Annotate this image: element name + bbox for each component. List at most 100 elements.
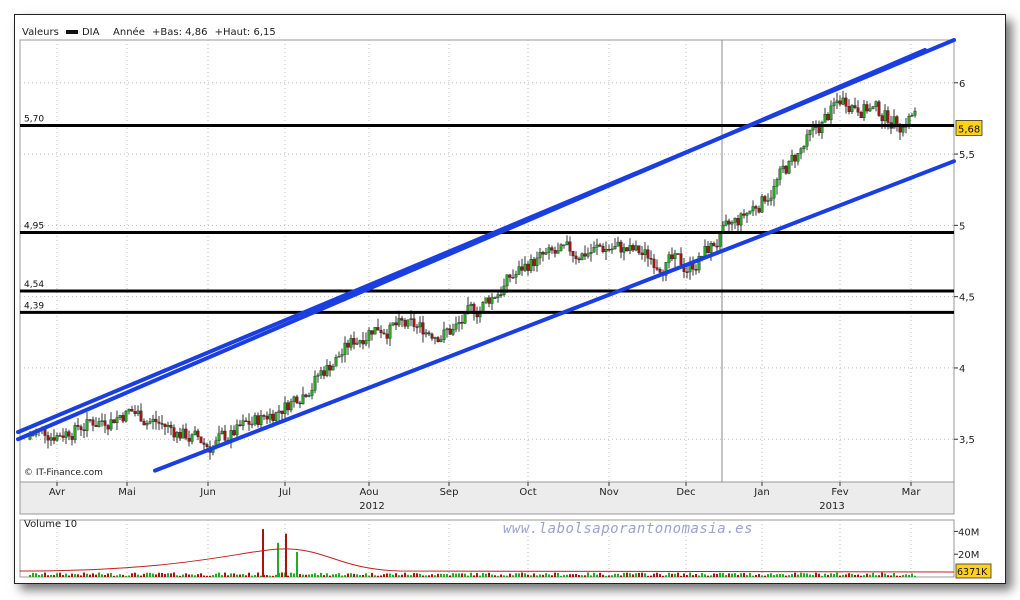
y-tick-label: 4,5 bbox=[959, 293, 975, 304]
last-price-label: 5,68 bbox=[958, 124, 980, 135]
candle-body bbox=[460, 322, 464, 324]
candle-body bbox=[433, 337, 437, 339]
candle-body bbox=[262, 415, 266, 417]
candle-body bbox=[217, 433, 221, 441]
candle-body bbox=[676, 253, 680, 255]
candle-body bbox=[112, 419, 116, 424]
candle-body bbox=[103, 420, 107, 426]
candle-body bbox=[88, 419, 92, 421]
candle-body bbox=[658, 268, 662, 273]
candle-body bbox=[529, 259, 533, 271]
candle-body bbox=[343, 342, 347, 355]
candle-body bbox=[133, 411, 137, 414]
candle-body bbox=[577, 258, 581, 261]
candle-body bbox=[505, 274, 509, 287]
candle-body bbox=[373, 327, 377, 335]
candle-body bbox=[571, 251, 575, 257]
x-tick-label: Jan bbox=[753, 487, 769, 498]
candle-body bbox=[865, 104, 869, 112]
candle-body bbox=[199, 436, 203, 444]
candle-body bbox=[616, 241, 620, 247]
candle-body bbox=[862, 104, 866, 118]
candle-body bbox=[553, 249, 557, 254]
candle-body bbox=[301, 394, 305, 405]
candle-body bbox=[409, 318, 413, 320]
year-label: 2012 bbox=[359, 501, 384, 512]
candle-body bbox=[799, 148, 803, 154]
candle-body bbox=[709, 243, 713, 253]
candle-body bbox=[289, 401, 293, 411]
candle-body bbox=[163, 423, 167, 427]
candle-body bbox=[346, 342, 350, 348]
candle-body bbox=[544, 252, 548, 255]
candle-body bbox=[508, 274, 512, 278]
candle-body bbox=[367, 330, 371, 341]
candle-body bbox=[109, 419, 113, 430]
candle-body bbox=[517, 266, 521, 275]
candle-body bbox=[775, 179, 779, 187]
plot-area bbox=[19, 39, 955, 483]
candle-body bbox=[532, 259, 536, 267]
candle-body bbox=[847, 106, 851, 112]
candle-body bbox=[850, 105, 854, 112]
candle-body bbox=[382, 332, 386, 335]
source-credit: © IT-Finance.com bbox=[24, 468, 103, 478]
candle-body bbox=[124, 410, 128, 422]
candle-body bbox=[181, 428, 185, 439]
candle-body bbox=[271, 413, 275, 421]
candle-body bbox=[448, 328, 452, 335]
candle-body bbox=[496, 294, 500, 298]
candle-body bbox=[136, 410, 140, 414]
candle-body bbox=[829, 105, 833, 121]
candle-body bbox=[253, 415, 257, 425]
candle-body bbox=[913, 110, 917, 116]
candle-body bbox=[763, 196, 767, 202]
candle-body bbox=[535, 257, 539, 267]
x-tick-label: Jun bbox=[199, 487, 216, 498]
candle-body bbox=[727, 220, 731, 225]
support-label: 4,54 bbox=[24, 280, 44, 290]
candle-body bbox=[703, 246, 707, 257]
candle-body bbox=[418, 322, 422, 328]
candle-body bbox=[379, 329, 383, 334]
candle-body bbox=[454, 323, 458, 330]
candle-body bbox=[64, 431, 68, 438]
candle-body bbox=[307, 395, 311, 397]
candle-body bbox=[634, 245, 638, 251]
candle-body bbox=[274, 412, 278, 421]
candle-body bbox=[874, 101, 878, 107]
candle-body bbox=[481, 302, 485, 312]
candle-body bbox=[622, 247, 626, 253]
candle-body bbox=[520, 266, 524, 271]
candle-body bbox=[733, 218, 737, 223]
candle-body bbox=[238, 424, 242, 426]
candle-body bbox=[388, 324, 392, 339]
candle-body bbox=[277, 410, 281, 413]
candle-body bbox=[151, 418, 155, 422]
candle-body bbox=[739, 213, 743, 226]
candle-body bbox=[160, 423, 164, 425]
candle-body bbox=[241, 420, 245, 426]
candle-body bbox=[424, 332, 428, 335]
candle-body bbox=[145, 423, 149, 426]
candle-body bbox=[541, 252, 545, 255]
candle-body bbox=[61, 435, 65, 438]
candle-body bbox=[565, 241, 569, 245]
candle-body bbox=[187, 438, 191, 442]
candle-body bbox=[121, 415, 125, 422]
candle-body bbox=[844, 97, 848, 107]
candle-body bbox=[256, 415, 260, 425]
candle-body bbox=[250, 423, 254, 426]
candle-body bbox=[868, 108, 872, 112]
candle-body bbox=[712, 243, 716, 247]
candle-body bbox=[265, 415, 269, 420]
candle-body bbox=[205, 444, 209, 448]
y-tick-label: 6 bbox=[959, 79, 965, 90]
candle-body bbox=[85, 419, 89, 431]
candle-body bbox=[667, 254, 671, 263]
candle-body bbox=[583, 253, 587, 257]
candle-body bbox=[760, 196, 764, 213]
candle-body bbox=[685, 271, 689, 273]
candle-body bbox=[550, 247, 554, 251]
candle-body bbox=[79, 426, 83, 430]
